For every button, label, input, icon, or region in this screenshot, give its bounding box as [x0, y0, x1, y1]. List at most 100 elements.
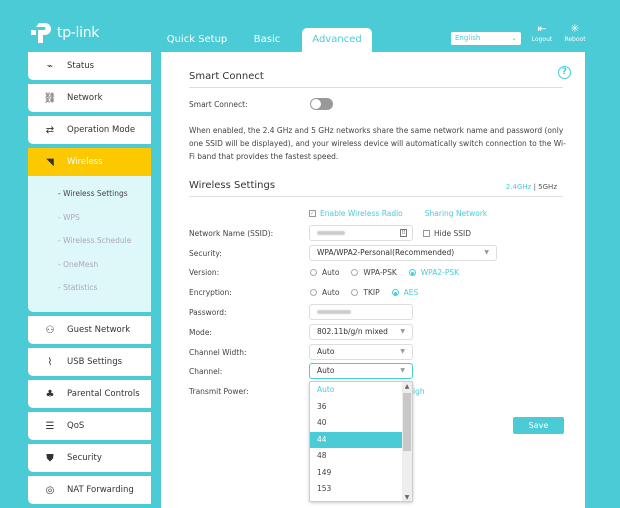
encryption-label: Encryption: — [189, 288, 232, 297]
security-select[interactable]: WPA/WPA2-Personal(Recommended) ▼ — [309, 245, 497, 261]
channel-dropdown: Auto 36 40 44 48 149 153 ▲ ▼ — [309, 381, 413, 502]
dropdown-scrollbar[interactable]: ▲ ▼ — [402, 382, 412, 501]
smart-connect-toggle[interactable] — [310, 98, 333, 110]
scrollbar-thumb[interactable] — [403, 393, 411, 451]
help-icon[interactable]: ? — [558, 66, 571, 79]
hide-ssid-label: Hide SSID — [434, 229, 471, 238]
reboot-icon: ✳ — [570, 22, 580, 35]
encryption-auto-option[interactable]: Auto — [310, 288, 339, 297]
radio-icon — [351, 289, 359, 296]
sidebar-item-label: Status — [67, 61, 95, 71]
option-label: TKIP — [363, 288, 380, 297]
main-panel: ? Smart Connect Smart Connect: When enab… — [161, 52, 585, 508]
smart-connect-title: Smart Connect — [189, 71, 264, 82]
language-value: English — [455, 34, 481, 42]
sidebar-item-network[interactable]: ⛓ Network — [28, 84, 151, 112]
sharing-network-link[interactable]: Sharing Network — [425, 209, 488, 218]
wireless-settings-title: Wireless Settings — [189, 180, 276, 191]
transmit-power-high-option[interactable]: igh — [413, 387, 425, 396]
option-label: Auto — [322, 268, 340, 277]
sidebar-item-nat-forwarding[interactable]: ◎ NAT Forwarding — [28, 476, 151, 504]
tab-basic[interactable]: Basic — [250, 28, 284, 52]
channel-option[interactable]: 48 — [310, 448, 402, 465]
subnav-onemesh[interactable]: - OneMesh — [28, 253, 151, 277]
channel-width-value: Auto — [317, 347, 335, 356]
sidebar-item-label: NAT Forwarding — [67, 485, 134, 495]
option-label: WPA2-PSK — [420, 268, 460, 277]
radio-icon — [351, 269, 359, 276]
keyboard-icon[interactable]: ⠿ — [400, 229, 407, 237]
version-auto-option[interactable]: Auto — [310, 268, 339, 277]
usb-icon: ⌇ — [47, 356, 53, 368]
chevron-down-icon: ▼ — [484, 249, 489, 256]
version-wpa2-psk-option[interactable]: WPA2-PSK — [408, 268, 460, 277]
logout-label: Logout — [531, 36, 553, 43]
channel-option[interactable]: 40 — [310, 415, 402, 432]
guest-icon: ⚇ — [45, 324, 55, 336]
band-separator: | — [533, 183, 536, 191]
ssid-input[interactable]: ⠿ — [309, 225, 413, 241]
version-label: Version: — [189, 268, 220, 277]
mode-label: Mode: — [189, 328, 212, 337]
chevron-down-icon: ▼ — [400, 367, 405, 374]
qos-icon: ☰ — [45, 420, 55, 432]
wifi-icon: ◥ — [46, 156, 54, 168]
network-icon: ⛓ — [43, 92, 57, 104]
sidebar-item-usb-settings[interactable]: ⌇ USB Settings — [28, 348, 151, 376]
band-5ghz-link[interactable]: 5GHz — [538, 183, 557, 191]
chevron-down-icon: ▼ — [400, 328, 405, 335]
sidebar-item-security[interactable]: ⛊ Security — [28, 444, 151, 472]
scroll-down-icon[interactable]: ▼ — [402, 494, 412, 501]
transmit-power-label: Transmit Power: — [189, 387, 249, 396]
password-label: Password: — [189, 308, 227, 317]
sidebar-item-parental-controls[interactable]: ♣ Parental Controls — [28, 380, 151, 408]
encryption-tkip-option[interactable]: TKIP — [351, 288, 380, 297]
channel-select[interactable]: Auto ▼ — [309, 363, 413, 379]
subnav-wireless-settings[interactable]: - Wireless Settings — [28, 182, 151, 206]
tab-quick-setup[interactable]: Quick Setup — [162, 28, 232, 52]
enable-radio-checkbox[interactable]: ✓ — [309, 210, 316, 217]
logout-icon: ⇤ — [537, 22, 547, 35]
channel-width-label: Channel Width: — [189, 348, 247, 357]
parental-icon: ♣ — [45, 388, 55, 400]
section-divider — [189, 87, 563, 88]
sidebar-item-label: Guest Network — [67, 325, 131, 335]
sidebar-item-wireless[interactable]: ◥ Wireless — [28, 148, 151, 176]
channel-option[interactable]: Auto — [310, 382, 402, 399]
channel-option[interactable]: 149 — [310, 465, 402, 482]
hide-ssid-checkbox[interactable] — [423, 230, 430, 237]
radio-icon — [310, 269, 317, 276]
wireless-subnav: - Wireless Settings - WPS - Wireless Sch… — [28, 176, 151, 312]
channel-option[interactable]: 153 — [310, 481, 402, 498]
sidebar-item-operation-mode[interactable]: ⇄ Operation Mode — [28, 116, 151, 144]
subnav-wireless-schedule[interactable]: - Wireless Schedule — [28, 229, 151, 253]
version-wpa-psk-option[interactable]: WPA-PSK — [351, 268, 397, 277]
channel-width-select[interactable]: Auto ▼ — [309, 344, 413, 360]
tp-link-logo-icon — [31, 23, 51, 43]
channel-option[interactable]: 36 — [310, 399, 402, 416]
language-select[interactable]: English ⌄ — [451, 32, 521, 45]
mode-select[interactable]: 802.11b/g/n mixed ▼ — [309, 324, 413, 340]
subnav-wps[interactable]: - WPS — [28, 206, 151, 230]
section-divider — [189, 196, 563, 197]
tp-link-logo: tp-link — [28, 20, 99, 46]
tab-advanced[interactable]: Advanced — [302, 28, 372, 53]
sidebar-item-status[interactable]: ⌁ Status — [28, 52, 151, 80]
band-24ghz-link[interactable]: 2.4GHz — [506, 183, 532, 191]
radio-selected-icon — [391, 289, 399, 296]
save-button[interactable]: Save — [513, 417, 564, 434]
reboot-button[interactable]: ✳ Reboot — [560, 22, 590, 43]
password-input[interactable] — [309, 304, 413, 320]
sidebar-item-guest-network[interactable]: ⚇ Guest Network — [28, 316, 151, 344]
encryption-radio-group: Auto TKIP AES — [310, 288, 430, 297]
sidebar-item-label: USB Settings — [67, 357, 123, 367]
enable-radio-row: ✓ Enable Wireless Radio Sharing Network — [309, 209, 487, 218]
channel-option-highlighted[interactable]: 44 — [310, 431, 402, 448]
band-switcher: 2.4GHz | 5GHz — [506, 183, 557, 191]
encryption-aes-option[interactable]: AES — [391, 288, 418, 297]
logout-button[interactable]: ⇤ Logout — [527, 22, 557, 43]
scroll-up-icon[interactable]: ▲ — [402, 383, 412, 390]
subnav-statistics[interactable]: - Statistics — [28, 276, 151, 300]
hide-ssid-row: Hide SSID — [423, 229, 471, 238]
sidebar-item-qos[interactable]: ☰ QoS — [28, 412, 151, 440]
